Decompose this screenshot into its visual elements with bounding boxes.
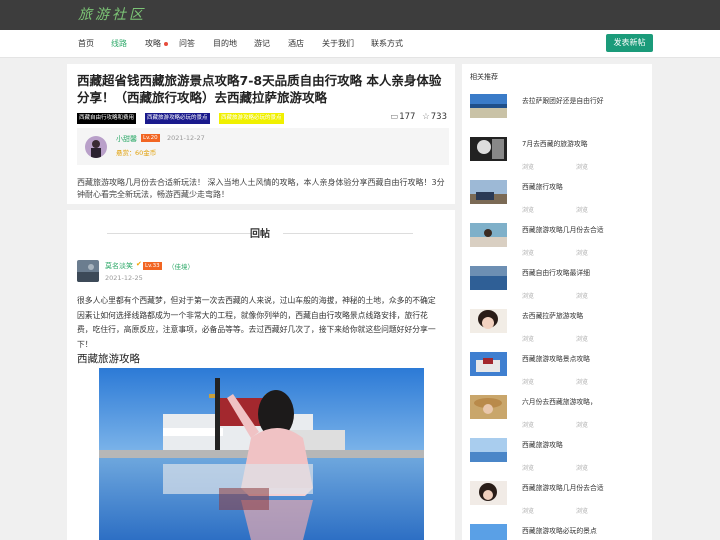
section-heading: 西藏旅游攻略 (77, 353, 140, 365)
avatar[interactable] (85, 136, 107, 158)
nav-item-destination[interactable]: 目的地 (213, 38, 237, 49)
comment-count: 177 (399, 112, 416, 122)
list-item-title[interactable]: 西藏旅游攻略景点攻略 (522, 353, 644, 363)
post-card: 西藏超省钱西藏旅游景点攻略7-8天品质自由行攻略 本人亲身体验分享！（西藏旅行攻… (67, 64, 455, 204)
comment-icon: ▭ (390, 112, 399, 122)
list-item-title[interactable]: 西藏旅游攻略必玩的景点 (522, 525, 644, 535)
list-item[interactable]: 六月份去西藏旅游攻略， 浏览 浏览 (470, 392, 646, 435)
reply-author-signature: （佳境） (168, 263, 194, 271)
author-name[interactable]: 小甜馨 (116, 134, 137, 144)
list-item-title[interactable]: 7月去西藏的旅游攻略 (522, 138, 644, 148)
reply-body: 很多人心里都有个西藏梦，但对于第一次去西藏的人来说，过山车般的海拔，神秘的土地，… (77, 296, 436, 349)
nav-item-guides-label: 攻略 (145, 39, 161, 48)
sidebar-title: 相关推荐 (470, 73, 498, 81)
main-nav: 首页 线路 攻略 问答 目的地 游记 酒店 关于我们 联系方式 发表新帖 (0, 30, 720, 58)
reward-value: 60金币 (135, 149, 157, 157)
reply-header-title: 回帖 (250, 229, 270, 240)
post-photo (99, 368, 424, 540)
post-tag[interactable]: 西藏旅游攻略必玩的景点 (145, 113, 210, 124)
thumbnail[interactable] (470, 266, 507, 290)
list-item-title[interactable]: 西藏旅游攻略 (522, 439, 644, 449)
post-date: 2021-12-27 (167, 134, 205, 142)
list-item[interactable]: 7月去西藏的旅游攻略 浏览 浏览 (470, 134, 646, 177)
reply-header: 回帖 (77, 225, 443, 241)
list-item-title[interactable]: 西藏旅行攻略 (522, 181, 644, 191)
thumbnail[interactable] (470, 223, 507, 247)
thumbnail[interactable] (470, 137, 507, 161)
reply-author-name[interactable]: 莫名淡笑 (105, 261, 133, 271)
nav-item-qa[interactable]: 问答 (179, 38, 195, 49)
reward-label: 悬赏： (116, 149, 136, 157)
favorite-count: 733 (430, 112, 447, 122)
sidebar: 相关推荐 去拉萨跟团好还是自由行好 7月去西藏的旅游攻略 浏览 浏览 西藏旅行攻略… (462, 64, 652, 540)
thumbnail[interactable] (470, 180, 507, 204)
nav-item-guides[interactable]: 攻略 (145, 38, 168, 49)
thumbnail[interactable] (470, 309, 507, 333)
list-item-title[interactable]: 西藏旅游攻略几月份去合适 (522, 224, 644, 234)
avatar[interactable] (77, 260, 99, 282)
list-item[interactable]: 西藏旅游攻略必玩的景点 (470, 521, 646, 540)
level-badge: Lv.33 (143, 262, 162, 270)
hot-dot-icon (164, 41, 168, 46)
post-tag[interactable]: 西藏自由行攻略和费用 (77, 113, 137, 124)
list-item[interactable]: 去西藏拉萨旅游攻略 浏览 浏览 (470, 306, 646, 349)
reply-date: 2021-12-25 (105, 274, 143, 282)
nav-item-contact[interactable]: 联系方式 (371, 38, 403, 49)
thumbnail[interactable] (470, 94, 507, 118)
list-item[interactable]: 西藏旅游攻略几月份去合适 浏览 浏览 (470, 478, 646, 521)
list-item-title[interactable]: 西藏旅游攻略几月份去合适 (522, 482, 644, 492)
author-box: 小甜馨 Lv.20 2021-12-27 悬赏： 60金币 (77, 128, 449, 165)
thumbnail[interactable] (470, 438, 507, 462)
post-excerpt: 西藏旅游攻略几月份去合适新玩法！ 深入当地人土风情的攻略，本人亲身体验分享西藏自… (77, 178, 445, 199)
nav-item-about[interactable]: 关于我们 (322, 38, 354, 49)
post-stats: ▭177 ☆733 (390, 112, 447, 122)
thumbnail[interactable] (470, 395, 507, 419)
star-icon[interactable]: ☆ (422, 112, 430, 122)
list-item-title[interactable]: 去拉萨跟团好还是自由行好 (522, 95, 644, 105)
post-title: 西藏超省钱西藏旅游景点攻略7-8天品质自由行攻略 本人亲身体验分享！（西藏旅行攻… (77, 73, 442, 105)
site-logo[interactable]: 旅游社区 (78, 4, 146, 24)
nav-item-hotel[interactable]: 酒店 (288, 38, 304, 49)
list-item[interactable]: 西藏旅游攻略几月份去合适 浏览 浏览 (470, 220, 646, 263)
new-post-button[interactable]: 发表新帖 (606, 34, 653, 52)
nav-item-home[interactable]: 首页 (78, 38, 94, 49)
thumbnail[interactable] (470, 352, 507, 376)
post-tag[interactable]: 西藏旅游攻略必玩的景点 (219, 113, 284, 124)
top-bar: 旅游社区 (0, 0, 720, 30)
list-item-title[interactable]: 六月份去西藏旅游攻略， (522, 396, 644, 406)
nav-item-routes[interactable]: 线路 (111, 38, 127, 49)
nav-item-travelogue[interactable]: 游记 (254, 38, 270, 49)
list-item-title[interactable]: 西藏自由行攻略最详细 (522, 267, 644, 277)
list-item[interactable]: 西藏旅行攻略 浏览 浏览 (470, 177, 646, 220)
reply-card: 回帖 莫名淡笑 ✔ Lv.33 （佳境） 2021-12-25 很多人心里都有个… (67, 210, 455, 540)
level-badge: Lv.20 (141, 134, 160, 142)
list-item-title[interactable]: 去西藏拉萨旅游攻略 (522, 310, 644, 320)
list-item[interactable]: 西藏旅游攻略景点攻略 浏览 浏览 (470, 349, 646, 392)
list-item[interactable]: 去拉萨跟团好还是自由行好 (470, 91, 646, 134)
list-item[interactable]: 西藏旅游攻略 浏览 浏览 (470, 435, 646, 478)
thumbnail[interactable] (470, 524, 507, 540)
verified-icon: ✔ (136, 260, 142, 268)
thumbnail[interactable] (470, 481, 507, 505)
list-item[interactable]: 西藏自由行攻略最详细 浏览 浏览 (470, 263, 646, 306)
